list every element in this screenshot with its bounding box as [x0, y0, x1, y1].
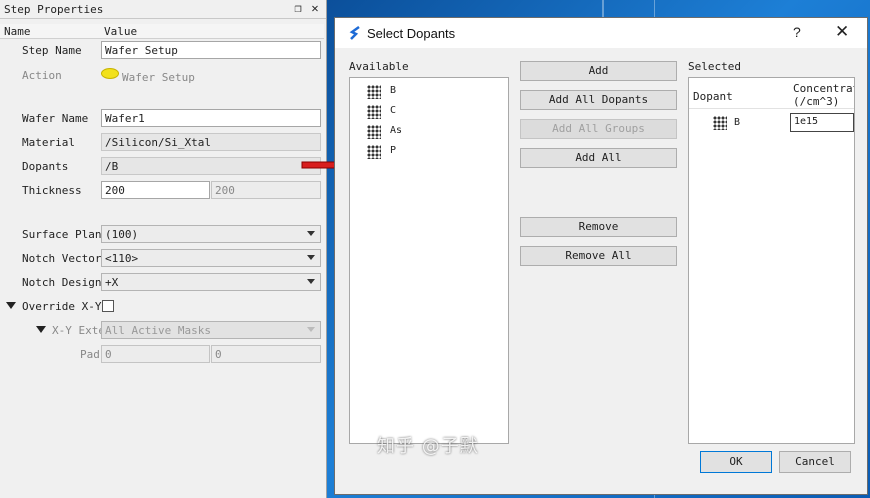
periodic-grid-icon	[367, 125, 381, 139]
thickness-label: Thickness	[22, 184, 82, 197]
action-value: Wafer Setup	[122, 71, 195, 84]
dopants-field[interactable]: /B	[101, 157, 321, 175]
notch-vector-label: Notch Vector	[22, 252, 102, 265]
panel-title: Step Properties	[4, 3, 104, 16]
periodic-grid-icon	[367, 145, 381, 159]
column-header-value: Value	[104, 25, 138, 38]
notch-design-label: Notch Design	[22, 276, 102, 289]
column-header-dopant: Dopant	[693, 90, 733, 103]
pad-field-2[interactable]: 0	[211, 345, 321, 363]
add-all-dopants-button[interactable]: Add All Dopants	[520, 90, 677, 110]
notch-design-select[interactable]: +X	[101, 273, 321, 291]
watermark: 知乎 @子默	[377, 436, 479, 457]
chevron-down-icon	[307, 279, 315, 284]
thickness-field[interactable]: 200	[101, 181, 210, 199]
concentration-cell[interactable]: 1e15	[790, 113, 854, 132]
add-button[interactable]: Add	[520, 61, 677, 81]
notch-design-value: +X	[105, 276, 119, 289]
notch-vector-select[interactable]: <110>	[101, 249, 321, 267]
material-label: Material	[22, 136, 75, 149]
chevron-down-icon	[307, 327, 315, 332]
chevron-down-icon	[307, 255, 315, 260]
action-icon	[101, 68, 119, 79]
column-header-concentration: Concentrat (/cm^3)	[793, 82, 855, 108]
step-name-label: Step Name	[22, 44, 82, 57]
pad-label: Pad	[80, 348, 100, 361]
column-header-name: Name	[4, 25, 31, 38]
action-label: Action	[22, 69, 62, 82]
wafer-name-field[interactable]: Wafer1	[101, 109, 321, 127]
wafer-name-label: Wafer Name	[22, 112, 89, 125]
override-xy-checkbox[interactable]	[102, 300, 114, 312]
xy-extent-select[interactable]: All Active Masks	[101, 321, 321, 339]
app-logo-icon	[349, 26, 360, 40]
table-row[interactable]: B 1e15	[689, 112, 854, 134]
ok-button[interactable]: OK	[700, 451, 772, 473]
step-properties-panel: Step Properties ❐ ✕ Name Value Step Name…	[0, 0, 327, 498]
float-icon[interactable]: ❐	[292, 2, 304, 14]
selected-label: Selected	[688, 60, 741, 73]
periodic-grid-icon	[713, 116, 727, 130]
dopant-cell: B	[734, 117, 741, 128]
available-list[interactable]: B C As P	[349, 77, 509, 444]
expand-triangle-icon[interactable]	[6, 302, 16, 309]
remove-button[interactable]: Remove	[520, 217, 677, 237]
add-all-button[interactable]: Add All	[520, 148, 677, 168]
notch-vector-value: <110>	[105, 252, 139, 265]
cancel-button[interactable]: Cancel	[779, 451, 851, 473]
available-label: Available	[349, 60, 409, 73]
close-icon[interactable]: ✕	[309, 2, 321, 14]
xy-extent-value: All Active Masks	[105, 324, 211, 337]
surface-plane-select[interactable]: (100)	[101, 225, 321, 243]
selected-table[interactable]: Dopant Concentrat (/cm^3) B 1e15	[688, 77, 855, 444]
thickness-field-2[interactable]: 200	[211, 181, 321, 199]
help-icon[interactable]: ?	[793, 24, 801, 40]
pad-field[interactable]: 0	[101, 345, 210, 363]
override-xy-label: Override X-Y	[22, 300, 102, 313]
remove-all-button[interactable]: Remove All	[520, 246, 677, 266]
divider	[689, 108, 854, 109]
chevron-down-icon	[307, 231, 315, 236]
periodic-grid-icon	[367, 85, 381, 99]
step-name-field[interactable]: Wafer Setup	[101, 41, 321, 59]
expand-triangle-icon[interactable]	[36, 326, 46, 333]
close-icon[interactable]: ✕	[835, 22, 849, 42]
surface-plane-value: (100)	[105, 228, 139, 241]
dialog-title-bar: Select Dopants ? ✕	[335, 18, 867, 48]
property-table-header: Name Value	[0, 24, 324, 39]
dialog-title: Select Dopants	[367, 26, 456, 41]
xy-extent-label: X-Y Exte	[52, 324, 105, 337]
panel-title-bar: Step Properties ❐ ✕	[0, 0, 326, 19]
material-field[interactable]: /Silicon/Si_Xtal	[101, 133, 321, 151]
select-dopants-dialog: Select Dopants ? ✕ Available B C As P Ad…	[334, 17, 868, 495]
dopants-label: Dopants	[22, 160, 69, 173]
add-all-groups-button[interactable]: Add All Groups	[520, 119, 677, 139]
surface-plane-label: Surface Plane	[22, 228, 109, 241]
periodic-grid-icon	[367, 105, 381, 119]
